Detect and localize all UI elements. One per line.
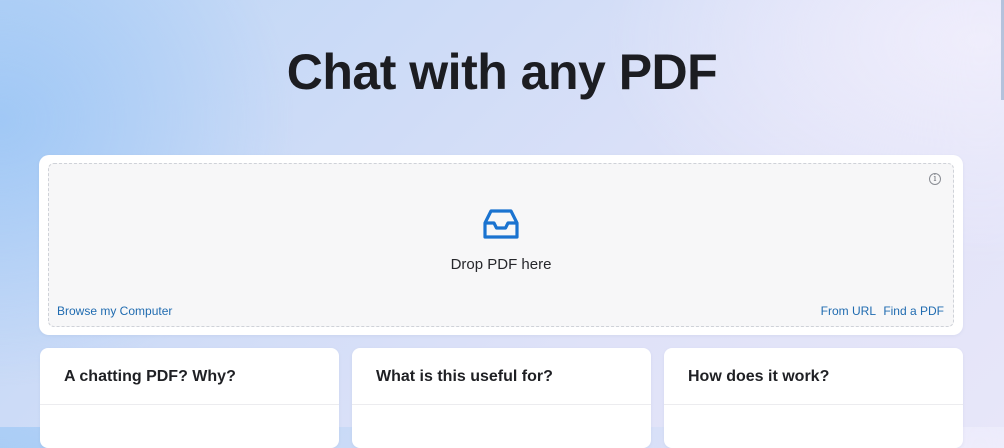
info-card-title: How does it work? — [688, 368, 830, 385]
divider — [40, 404, 339, 405]
inbox-icon — [483, 209, 519, 239]
find-pdf-link[interactable]: Find a PDF — [883, 304, 944, 318]
pdf-dropzone[interactable]: i Drop PDF here Browse my Computer From … — [48, 163, 954, 327]
divider — [352, 404, 651, 405]
info-card-how[interactable]: How does it work? — [664, 348, 963, 448]
info-icon[interactable]: i — [929, 173, 941, 185]
browse-computer-link[interactable]: Browse my Computer — [57, 304, 172, 318]
from-url-link[interactable]: From URL — [821, 304, 876, 318]
info-card-title: A chatting PDF? Why? — [64, 368, 236, 385]
drop-label: Drop PDF here — [450, 256, 552, 273]
upload-card: i Drop PDF here Browse my Computer From … — [39, 155, 963, 335]
divider — [664, 404, 963, 405]
info-card-title: What is this useful for? — [376, 368, 553, 385]
info-card-useful[interactable]: What is this useful for? — [352, 348, 651, 448]
info-card-why[interactable]: A chatting PDF? Why? — [40, 348, 339, 448]
page-title: Chat with any PDF — [286, 44, 718, 100]
